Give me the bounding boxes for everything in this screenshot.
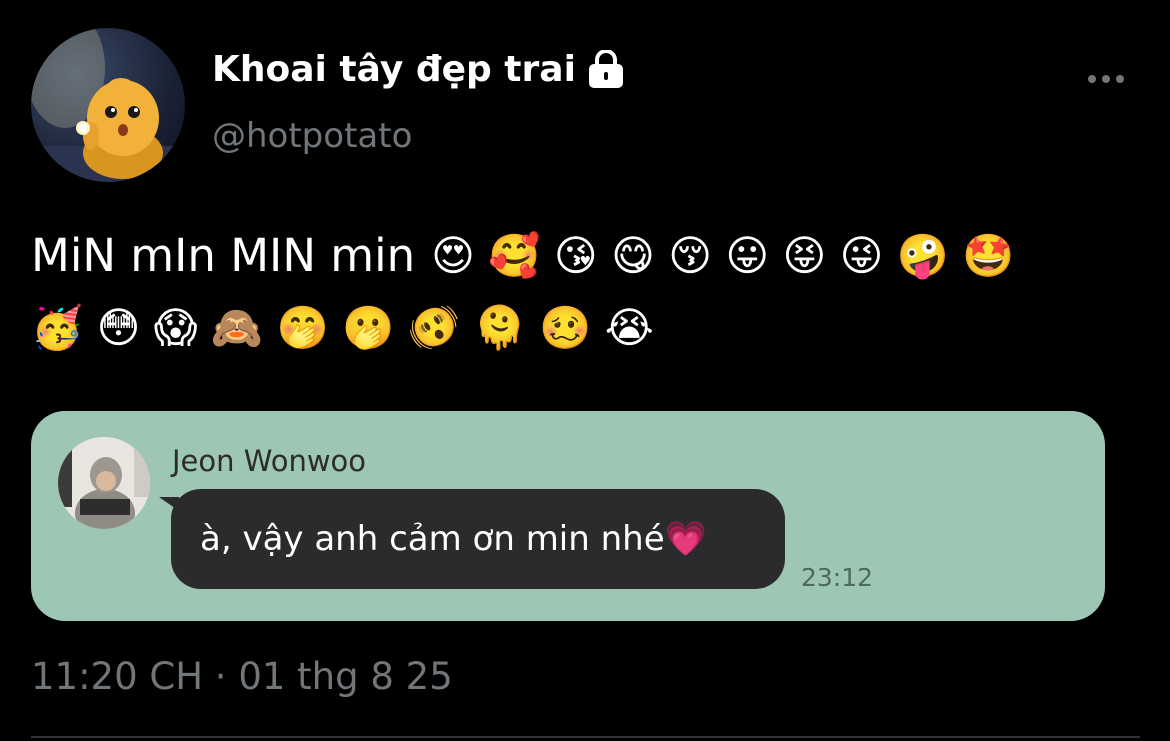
- lock-icon: [586, 49, 626, 90]
- emoji-row: 🥳 😳 😱 🙈 🤭 🫢 🫨 🫠 🥴 😭: [31, 303, 654, 352]
- person-photo-icon: [58, 437, 150, 529]
- emoji-row: 😍 🥰 😘 😋 😚 😛 😝 😜 🤪 🤩: [431, 231, 1015, 280]
- profile-avatar[interactable]: [31, 28, 185, 182]
- author-handle[interactable]: @hotpotato: [212, 112, 412, 160]
- author-display-name-row[interactable]: Khoai tây đẹp trai: [212, 44, 626, 96]
- more-dots-icon: [1088, 75, 1096, 83]
- message-bubble: à, vậy anh cảm ơn min nhé💗: [159, 489, 785, 589]
- tweet-words: MiN mIn MIN min: [31, 229, 416, 282]
- contact-avatar: [58, 437, 150, 529]
- more-dots-icon: [1102, 75, 1110, 83]
- bubble-tail: [159, 497, 179, 511]
- potato-character-icon: [31, 28, 185, 182]
- contact-name: Jeon Wonwoo: [172, 444, 367, 478]
- more-dots-icon: [1116, 75, 1124, 83]
- tweet-text-line: 🥳 😳 😱 🙈 🤭 🫢 🫨 🫠 🥴 😭: [31, 292, 1131, 364]
- tweet-text-line: MiN mIn MIN min 😍 🥰 😘 😋 😚 😛 😝 😜 🤪 🤩: [31, 220, 1131, 292]
- tweet-timestamp[interactable]: 11:20 CH · 01 thg 8 25: [31, 652, 453, 702]
- tweet-text: MiN mIn MIN min 😍 🥰 😘 😋 😚 😛 😝 😜 🤪 🤩 🥳 😳 …: [31, 220, 1131, 364]
- message-text: à, vậy anh cảm ơn min nhé💗: [200, 519, 707, 559]
- tweet-image[interactable]: Jeon Wonwoo à, vậy anh cảm ơn min nhé💗 2…: [31, 411, 1105, 621]
- author-display-name[interactable]: Khoai tây đẹp trai: [212, 44, 576, 96]
- more-options-button[interactable]: [1080, 62, 1132, 96]
- message-time: 23:12: [801, 563, 874, 592]
- divider: [31, 736, 1140, 738]
